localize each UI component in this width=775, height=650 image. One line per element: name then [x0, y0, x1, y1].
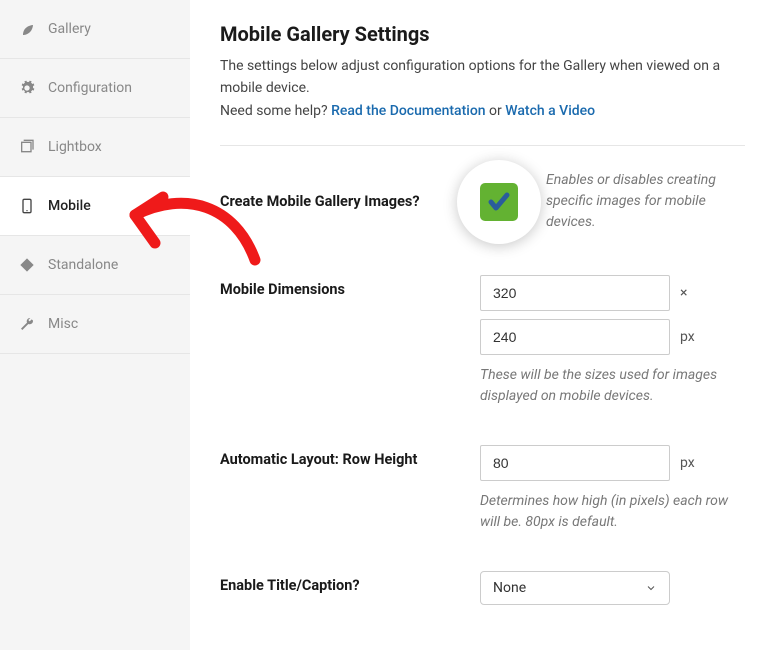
row-create-mobile-images: Create Mobile Gallery Images? Enables or…	[220, 170, 745, 233]
mobile-height-input[interactable]	[480, 319, 670, 355]
title-caption-label: Enable Title/Caption?	[220, 571, 480, 594]
wrench-icon	[18, 315, 36, 333]
row-title-caption: Enable Title/Caption? None	[220, 571, 745, 605]
sidebar-item-gallery[interactable]: Gallery	[0, 0, 190, 59]
title-caption-select[interactable]: None	[480, 571, 670, 605]
mobile-icon	[18, 197, 36, 215]
row-height-hint: Determines how high (in pixels) each row…	[480, 491, 745, 533]
sidebar-item-lightbox[interactable]: Lightbox	[0, 118, 190, 177]
row-height-unit: px	[680, 455, 695, 471]
row-height-label: Automatic Layout: Row Height	[220, 445, 480, 468]
sidebar-item-standalone[interactable]: Standalone	[0, 236, 190, 295]
help-prefix: Need some help?	[220, 103, 331, 119]
diamond-icon	[18, 256, 36, 274]
create-mobile-images-hint: Enables or disables creating specific im…	[546, 170, 745, 233]
gear-icon	[18, 79, 36, 97]
divider	[220, 145, 745, 146]
row-mobile-dimensions: Mobile Dimensions × px These will be the…	[220, 275, 745, 407]
sidebar-item-configuration[interactable]: Configuration	[0, 59, 190, 118]
row-row-height: Automatic Layout: Row Height px Determin…	[220, 445, 745, 533]
sidebar-item-mobile[interactable]: Mobile	[0, 177, 190, 236]
sidebar: Gallery Configuration Lightbox Mobile St…	[0, 0, 190, 650]
leaf-icon	[18, 20, 36, 38]
mobile-dimensions-label: Mobile Dimensions	[220, 275, 480, 298]
check-icon	[487, 190, 511, 214]
sidebar-item-label: Misc	[48, 316, 78, 332]
create-mobile-images-label: Create Mobile Gallery Images?	[220, 193, 480, 210]
sidebar-item-label: Standalone	[48, 257, 118, 273]
sidebar-item-label: Gallery	[48, 21, 91, 37]
documentation-link[interactable]: Read the Documentation	[331, 103, 486, 119]
video-link[interactable]: Watch a Video	[505, 103, 595, 119]
help-line: Need some help? Read the Documentation o…	[220, 103, 745, 119]
row-height-input[interactable]	[480, 445, 670, 481]
mobile-dimensions-hint: These will be the sizes used for images …	[480, 365, 745, 407]
sidebar-item-misc[interactable]: Misc	[0, 295, 190, 354]
help-or: or	[486, 103, 506, 119]
chevron-down-icon	[645, 582, 657, 594]
sidebar-item-label: Lightbox	[48, 139, 102, 155]
mobile-width-input[interactable]	[480, 275, 670, 311]
page-description: The settings below adjust configuration …	[220, 56, 745, 99]
sidebar-item-label: Mobile	[48, 198, 91, 214]
page-title: Mobile Gallery Settings	[220, 22, 745, 46]
sidebar-item-label: Configuration	[48, 80, 132, 96]
main-panel: Mobile Gallery Settings The settings bel…	[190, 0, 775, 650]
title-caption-selected: None	[493, 580, 526, 596]
dimension-separator: ×	[680, 285, 687, 301]
dimension-unit: px	[680, 329, 695, 345]
layers-icon	[18, 138, 36, 156]
create-mobile-images-checkbox[interactable]	[480, 183, 518, 221]
